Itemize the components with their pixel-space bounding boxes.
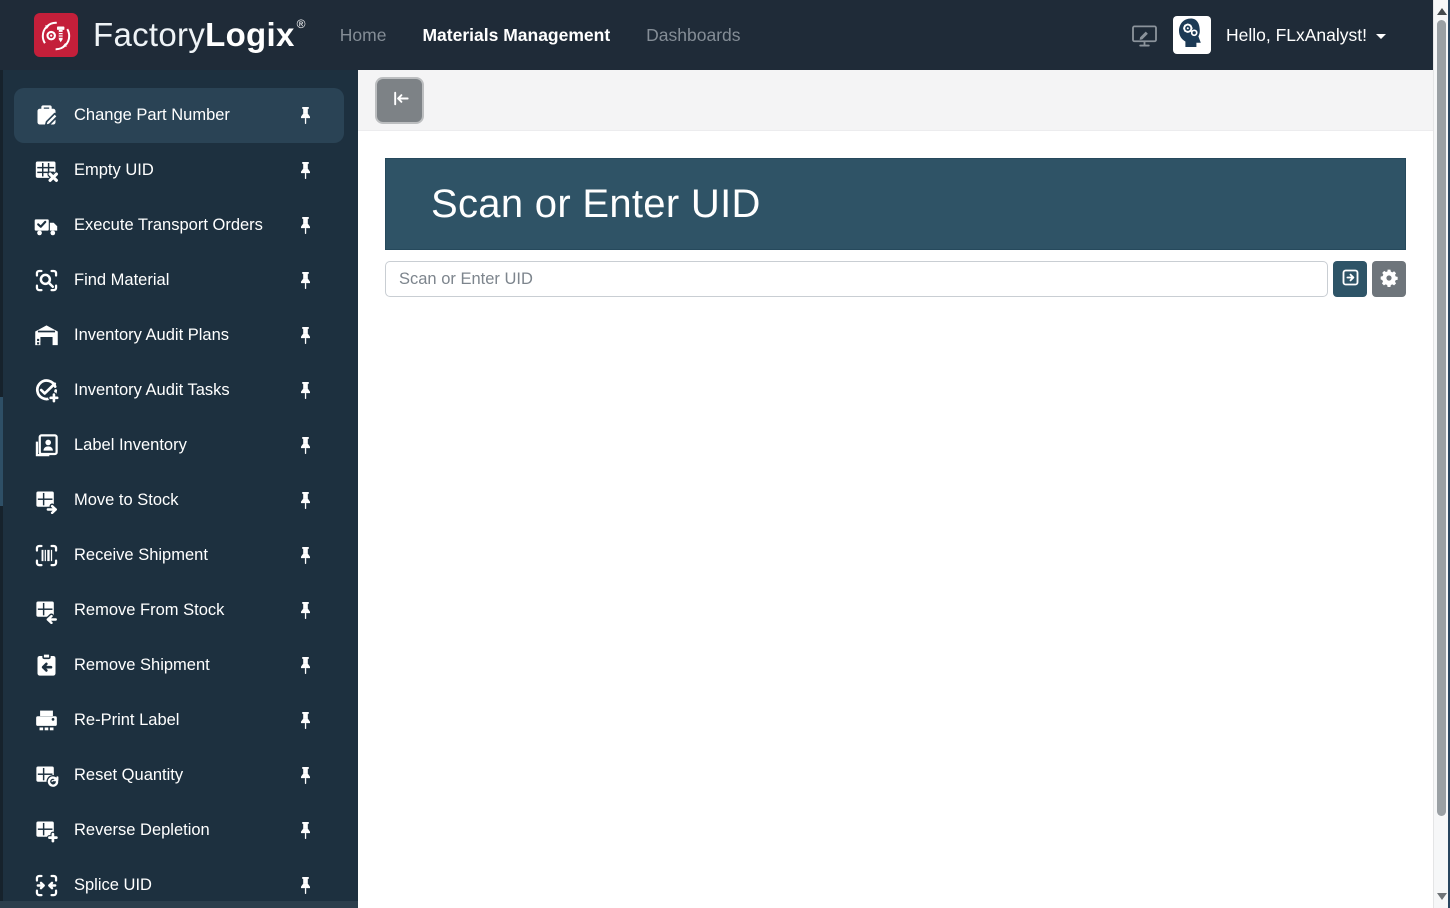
sidebar-item-change-part-number[interactable]: Change Part Number	[14, 88, 344, 143]
gear-icon	[1379, 268, 1399, 291]
id-card-icon	[30, 432, 62, 459]
pin-icon[interactable]	[299, 766, 312, 785]
sidebar-menu: Change Part Number Empty UID Execute Tra…	[0, 88, 358, 908]
scrollbar-up-arrow[interactable]	[1437, 8, 1447, 15]
sidebar-item-label-inventory[interactable]: Label Inventory	[14, 418, 344, 473]
user-menu[interactable]: Hello, FLxAnalyst!	[1226, 25, 1386, 46]
scan-search-icon	[30, 267, 62, 294]
scan-uid-section: Scan or Enter UID	[358, 131, 1433, 324]
scrollbar-thumb[interactable]	[1437, 20, 1446, 816]
navbar-right: Hello, FLxAnalyst!	[1131, 16, 1433, 54]
sidebar-item-inventory-audit-tasks[interactable]: Inventory Audit Tasks	[14, 363, 344, 418]
briefcase-edit-icon	[30, 102, 62, 129]
head-gears-avatar-icon	[1175, 16, 1209, 55]
toolbar	[358, 70, 1433, 131]
pin-icon[interactable]	[299, 326, 312, 345]
pin-icon[interactable]	[299, 381, 312, 400]
sidebar: Change Part Number Empty UID Execute Tra…	[0, 70, 358, 908]
brand-name: FactoryLogix ®	[93, 16, 306, 53]
pin-icon[interactable]	[299, 601, 312, 620]
scan-uid-panel: Scan or Enter UID	[385, 158, 1406, 250]
top-navbar: FactoryLogix ® Home Materials Management …	[0, 0, 1433, 70]
settings-button[interactable]	[1372, 261, 1406, 297]
splice-arrows-icon	[30, 872, 62, 899]
sidebar-item-receive-shipment[interactable]: Receive Shipment	[14, 528, 344, 583]
scrollbar-down-arrow[interactable]	[1437, 893, 1447, 900]
sidebar-item-reverse-depletion[interactable]: Reverse Depletion	[14, 803, 344, 858]
collapse-sidebar-button[interactable]	[375, 76, 424, 124]
pin-icon[interactable]	[299, 216, 312, 235]
sidebar-item-move-to-stock[interactable]: Move to Stock	[14, 473, 344, 528]
monitor-edit-icon[interactable]	[1131, 24, 1158, 47]
grid-refresh-icon	[30, 762, 62, 789]
sidebar-item-re-print-label[interactable]: Re-Print Label	[14, 693, 344, 748]
box-arrow-right-icon	[1340, 267, 1361, 291]
pin-icon[interactable]	[299, 546, 312, 565]
caret-down-icon	[1376, 34, 1386, 39]
pin-icon[interactable]	[299, 876, 312, 895]
pin-icon[interactable]	[299, 711, 312, 730]
factorylogix-app: FactoryLogix ® Home Materials Management …	[0, 0, 1450, 908]
truck-check-icon	[30, 212, 62, 239]
sidebar-item-remove-from-stock[interactable]: Remove From Stock	[14, 583, 344, 638]
collapse-sidebar-icon	[388, 87, 411, 113]
nav-item-dashboards[interactable]: Dashboards	[646, 25, 740, 46]
user-greeting: Hello, FLxAnalyst!	[1225, 24, 1367, 45]
grid-arrow-left-icon	[30, 597, 62, 624]
pin-icon[interactable]	[299, 161, 312, 180]
brand[interactable]: FactoryLogix ®	[0, 13, 306, 57]
pin-icon[interactable]	[299, 106, 312, 125]
uid-input-row	[385, 261, 1406, 297]
sidebar-item-remove-shipment[interactable]: Remove Shipment	[14, 638, 344, 693]
sidebar-item-execute-transport-orders[interactable]: Execute Transport Orders	[14, 198, 344, 253]
grid-x-icon	[30, 157, 62, 184]
pin-icon[interactable]	[299, 436, 312, 455]
sidebar-horizontal-scrollbar[interactable]	[0, 901, 358, 908]
sidebar-item-find-material[interactable]: Find Material	[14, 253, 344, 308]
factorylogix-bolt-logo-icon	[34, 13, 78, 57]
clipboard-arrow-left-icon	[30, 652, 62, 679]
pin-icon[interactable]	[299, 491, 312, 510]
nav-item-home[interactable]: Home	[340, 25, 387, 46]
avatar[interactable]	[1172, 16, 1211, 55]
panel-title: Scan or Enter UID	[431, 181, 761, 226]
pin-icon[interactable]	[299, 656, 312, 675]
sidebar-item-inventory-audit-plans[interactable]: Inventory Audit Plans	[14, 308, 344, 363]
pin-icon[interactable]	[299, 271, 312, 290]
warehouse-icon	[30, 322, 62, 349]
check-plus-icon	[30, 377, 62, 404]
main-nav: Home Materials Management Dashboards	[340, 25, 741, 46]
grid-arrow-right-icon	[30, 487, 62, 514]
pin-icon[interactable]	[299, 821, 312, 840]
sidebar-item-reset-quantity[interactable]: Reset Quantity	[14, 748, 344, 803]
printer-icon	[30, 707, 62, 734]
sidebar-item-empty-uid[interactable]: Empty UID	[14, 143, 344, 198]
barcode-scan-icon	[30, 542, 62, 569]
page-scrollbar[interactable]	[1433, 0, 1450, 908]
main-content: Scan or Enter UID	[358, 70, 1433, 908]
nav-item-materials-management[interactable]: Materials Management	[422, 25, 610, 46]
grid-plus-icon	[30, 817, 62, 844]
uid-input[interactable]	[385, 261, 1328, 297]
submit-uid-button[interactable]	[1333, 261, 1367, 297]
